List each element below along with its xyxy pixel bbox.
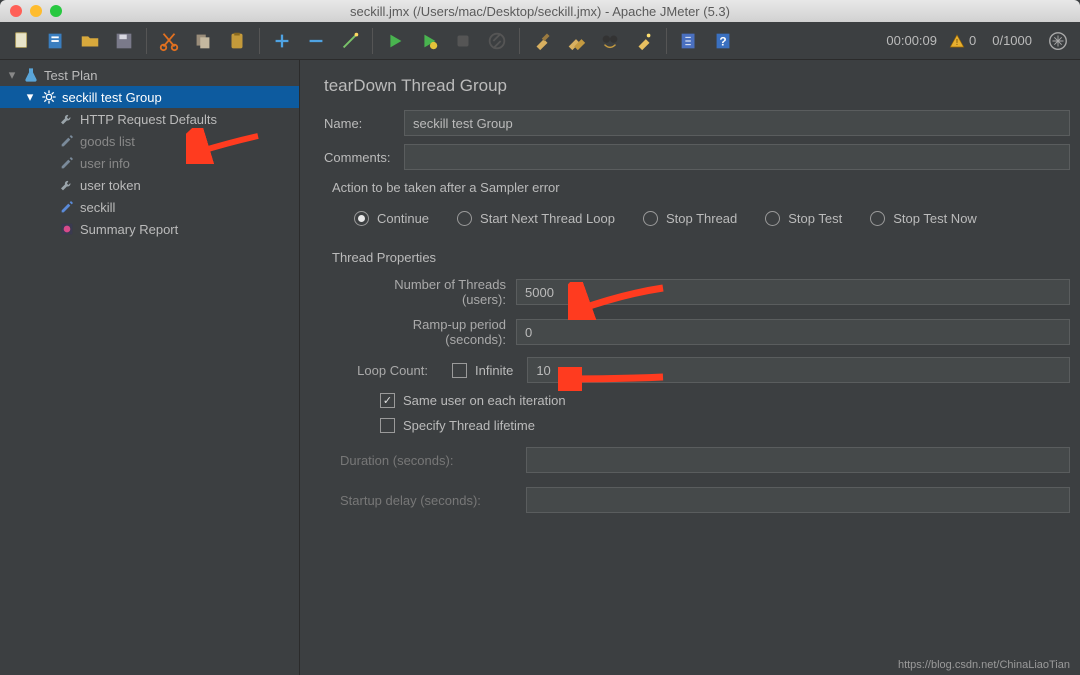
radio-stop-test[interactable]: Stop Test (765, 211, 842, 226)
loop-count-input[interactable] (527, 357, 1070, 383)
reset-search-button[interactable] (628, 25, 660, 57)
radio-stop-test-now[interactable]: Stop Test Now (870, 211, 977, 226)
toolbar: ? 00:00:09 ! 0 0/1000 (0, 22, 1080, 60)
infinite-label: Infinite (475, 363, 513, 378)
rampup-input[interactable] (516, 319, 1070, 345)
tree-item-label: HTTP Request Defaults (80, 112, 217, 127)
cut-button[interactable] (153, 25, 185, 57)
gear-icon (40, 88, 58, 106)
num-threads-input[interactable] (516, 279, 1070, 305)
help-button[interactable]: ? (707, 25, 739, 57)
svg-text:!: ! (956, 38, 958, 47)
radio-start-next[interactable]: Start Next Thread Loop (457, 211, 615, 226)
stop-button[interactable] (447, 25, 479, 57)
maximize-window-button[interactable] (50, 5, 62, 17)
duration-label: Duration (seconds): (340, 453, 526, 468)
config-panel: tearDown Thread Group Name: Comments: Ac… (306, 60, 1080, 675)
flask-icon (22, 66, 40, 84)
warning-count: ! 0 (949, 33, 976, 49)
tree-item-label: user info (80, 156, 130, 171)
specify-lifetime-label: Specify Thread lifetime (403, 418, 535, 433)
function-helper-button[interactable] (673, 25, 705, 57)
startup-delay-label: Startup delay (seconds): (340, 493, 526, 508)
templates-button[interactable] (40, 25, 72, 57)
comments-label: Comments: (324, 150, 404, 165)
new-file-button[interactable] (6, 25, 38, 57)
close-window-button[interactable] (10, 5, 22, 17)
wrench-icon (58, 176, 76, 194)
pipette-icon (58, 154, 76, 172)
tree-seckill[interactable]: seckill (0, 196, 299, 218)
tree-user-info[interactable]: user info (0, 152, 299, 174)
tree-item-label: user token (80, 178, 141, 193)
tree-root-label: Test Plan (44, 68, 97, 83)
tree-item-label: goods list (80, 134, 135, 149)
report-icon (58, 220, 76, 238)
tree-goods-list[interactable]: goods list (0, 130, 299, 152)
tree-item-label: seckill (80, 200, 115, 215)
watermark: https://blog.csdn.net/ChinaLiaoTian (898, 659, 1070, 671)
name-label: Name: (324, 116, 404, 131)
loop-count-label: Loop Count: (352, 363, 438, 378)
paste-button[interactable] (221, 25, 253, 57)
specify-lifetime-checkbox[interactable] (380, 418, 395, 433)
svg-text:?: ? (719, 34, 726, 48)
minimize-window-button[interactable] (30, 5, 42, 17)
comments-input[interactable] (404, 144, 1070, 170)
active-threads: 0/1000 (992, 33, 1032, 48)
search-button[interactable] (594, 25, 626, 57)
copy-button[interactable] (187, 25, 219, 57)
duration-input (526, 447, 1070, 473)
save-button[interactable] (108, 25, 140, 57)
same-user-label: Same user on each iteration (403, 393, 566, 408)
tree-thread-group-label: seckill test Group (62, 90, 162, 105)
tree-http-defaults[interactable]: HTTP Request Defaults (0, 108, 299, 130)
window-title: seckill.jmx (/Users/mac/Desktop/seckill.… (0, 4, 1080, 19)
warning-icon: ! (949, 33, 965, 49)
shutdown-button[interactable] (481, 25, 513, 57)
tree-summary-report[interactable]: Summary Report (0, 218, 299, 240)
sampler-error-radios: Continue Start Next Thread Loop Stop Thr… (354, 211, 1070, 226)
clear-button[interactable] (526, 25, 558, 57)
same-user-checkbox[interactable] (380, 393, 395, 408)
panel-heading: tearDown Thread Group (324, 76, 1070, 96)
remove-button[interactable] (300, 25, 332, 57)
tree-root-test-plan[interactable]: ▾ Test Plan (0, 64, 299, 86)
add-button[interactable] (266, 25, 298, 57)
titlebar: seckill.jmx (/Users/mac/Desktop/seckill.… (0, 0, 1080, 22)
radio-stop-thread[interactable]: Stop Thread (643, 211, 737, 226)
wrench-icon (58, 110, 76, 128)
tree-thread-group[interactable]: ▾ seckill test Group (0, 86, 299, 108)
expand-button[interactable] (1042, 25, 1074, 57)
thread-props-title: Thread Properties (332, 250, 1070, 265)
start-no-timers-button[interactable] (413, 25, 445, 57)
radio-continue[interactable]: Continue (354, 211, 429, 226)
tree-item-label: Summary Report (80, 222, 178, 237)
elapsed-timer: 00:00:09 (886, 33, 937, 48)
test-plan-tree[interactable]: ▾ Test Plan ▾ seckill test Group HTTP Re… (0, 60, 300, 675)
name-input[interactable] (404, 110, 1070, 136)
num-threads-label: Number of Threads (users): (352, 277, 516, 307)
pipette-icon (58, 132, 76, 150)
pipette-icon (58, 198, 76, 216)
startup-delay-input (526, 487, 1070, 513)
open-button[interactable] (74, 25, 106, 57)
start-button[interactable] (379, 25, 411, 57)
clear-all-button[interactable] (560, 25, 592, 57)
tree-user-token[interactable]: user token (0, 174, 299, 196)
rampup-label: Ramp-up period (seconds): (352, 317, 516, 347)
sampler-error-legend: Action to be taken after a Sampler error (332, 180, 1070, 195)
wand-button[interactable] (334, 25, 366, 57)
infinite-checkbox[interactable] (452, 363, 467, 378)
